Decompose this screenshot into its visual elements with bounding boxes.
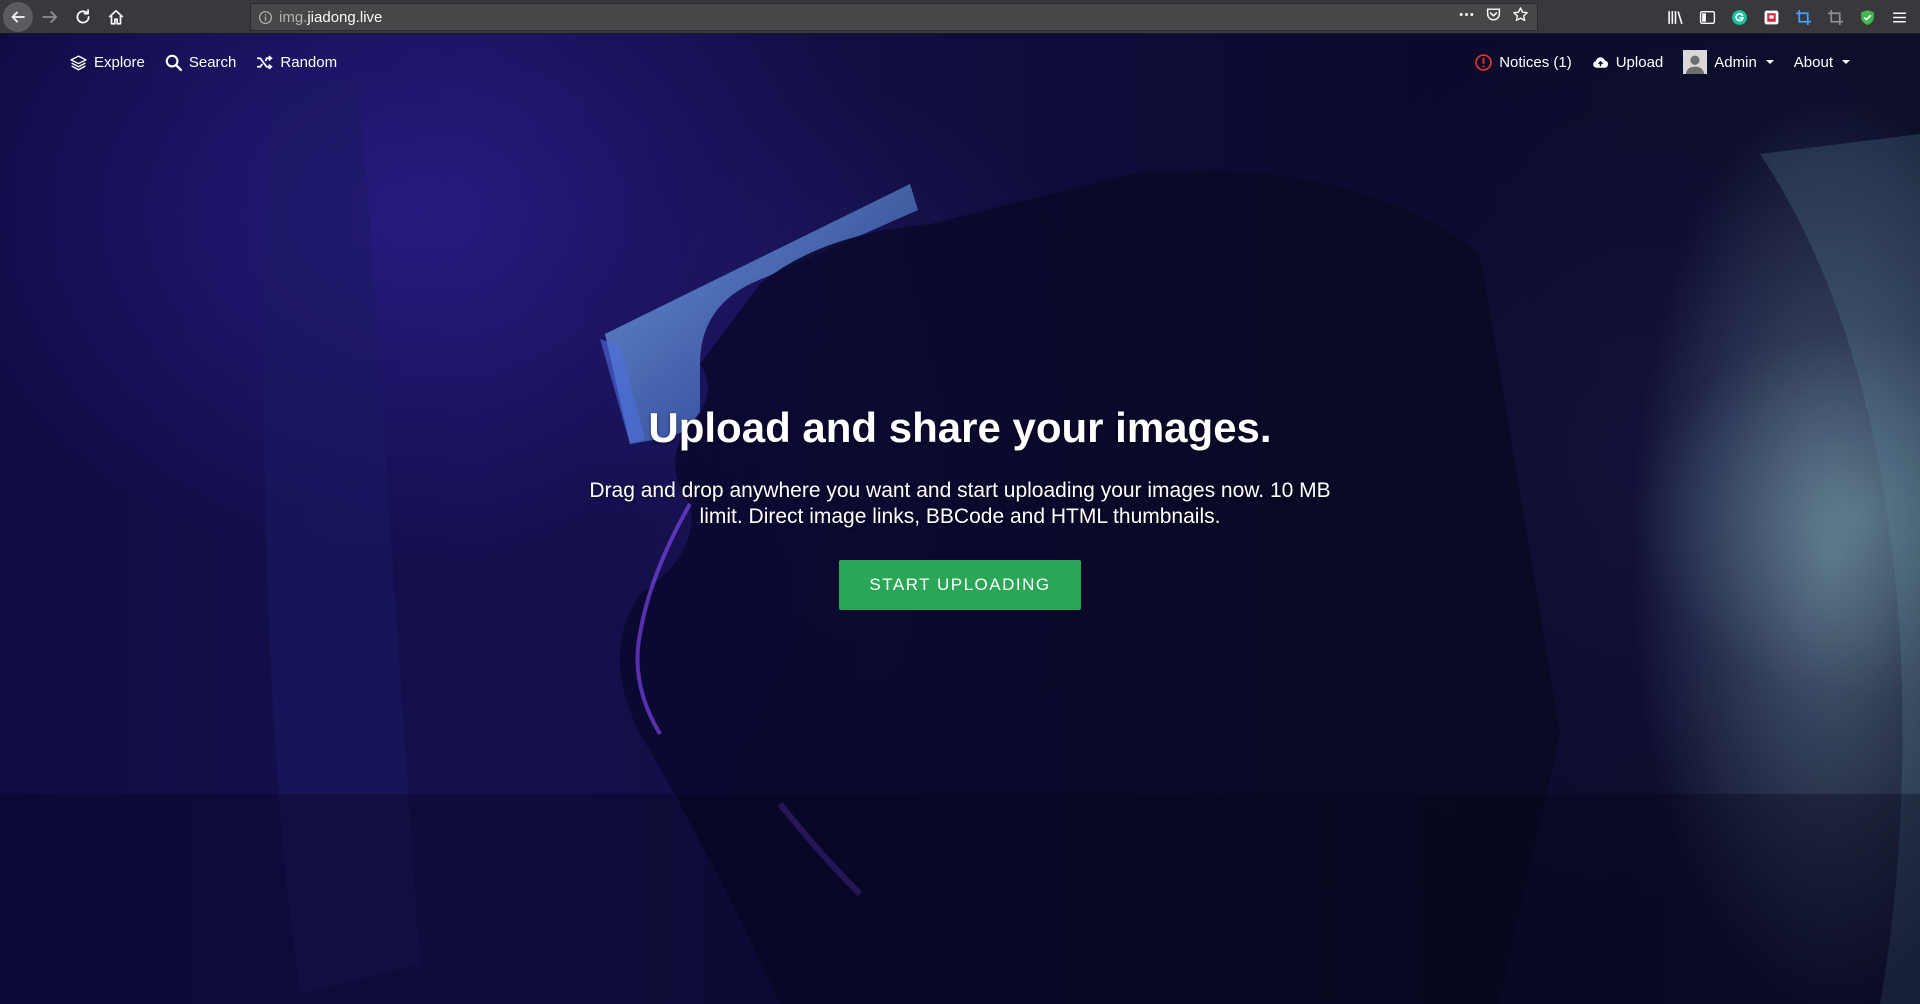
- forward-arrow-icon: [42, 10, 58, 23]
- nav-random-label: Random: [280, 53, 338, 71]
- back-button[interactable]: [3, 1, 33, 32]
- extension-button[interactable]: [1758, 4, 1784, 30]
- back-arrow-icon: [11, 11, 25, 22]
- shield-button[interactable]: [1854, 4, 1880, 30]
- site-navbar: Explore Search Random Notices (1) Upload…: [0, 34, 1920, 90]
- sidebar-button[interactable]: [1694, 4, 1720, 30]
- nav-explore-label: Explore: [94, 53, 145, 71]
- pocket-icon: [1486, 8, 1501, 21]
- screenshot-button[interactable]: [1790, 4, 1816, 30]
- reload-button[interactable]: [67, 1, 99, 33]
- url-text: img.jiadong.live: [279, 9, 382, 26]
- crop-icon: [1827, 9, 1843, 25]
- url-prefix: img.: [279, 8, 308, 26]
- library-icon: [1667, 10, 1683, 24]
- start-uploading-button[interactable]: START UPLOADING: [839, 560, 1081, 610]
- nav-upload-label: Upload: [1615, 53, 1664, 71]
- pocket-button[interactable]: [1485, 6, 1502, 28]
- nav-admin-menu[interactable]: Admin: [1683, 50, 1774, 74]
- hero-section: Upload and share your images. Drag and d…: [560, 404, 1360, 610]
- home-icon: [108, 9, 124, 25]
- search-icon: [165, 54, 182, 71]
- nav-notices-label: Notices (1): [1499, 53, 1572, 71]
- address-bar[interactable]: img.jiadong.live: [250, 3, 1538, 31]
- nav-random[interactable]: Random: [256, 51, 337, 73]
- hamburger-menu-icon: [1892, 11, 1906, 23]
- hero-title: Upload and share your images.: [648, 404, 1272, 451]
- alert-icon: [1475, 53, 1492, 71]
- grammarly-icon: [1731, 9, 1747, 25]
- cloud-upload-icon: [1592, 56, 1608, 68]
- browser-toolbar: img.jiadong.live: [0, 0, 1920, 34]
- sidebar-icon: [1699, 10, 1715, 24]
- page-background: Explore Search Random Notices (1) Upload…: [0, 34, 1920, 1004]
- nav-search[interactable]: Search: [165, 51, 237, 73]
- forward-button[interactable]: [34, 1, 66, 33]
- layers-icon: [70, 54, 87, 70]
- reload-icon: [76, 8, 90, 23]
- chevron-down-icon: [1842, 60, 1850, 64]
- avatar: [1683, 50, 1708, 74]
- crop-icon: [1795, 9, 1811, 25]
- info-icon: [258, 10, 272, 24]
- grammarly-button[interactable]: [1726, 4, 1752, 30]
- hero-description: Drag and drop anywhere you want and star…: [589, 479, 1331, 528]
- ellipsis-icon: [1459, 13, 1474, 16]
- user-icon: [1686, 55, 1705, 74]
- site-info-button[interactable]: [251, 10, 279, 25]
- nav-about-menu[interactable]: About: [1794, 51, 1850, 73]
- nav-upload[interactable]: Upload: [1592, 51, 1664, 73]
- shuffle-icon: [257, 55, 274, 69]
- star-icon: [1513, 7, 1528, 22]
- nav-explore[interactable]: Explore: [70, 51, 145, 73]
- url-host: jiadong.live: [307, 8, 383, 26]
- home-button[interactable]: [100, 1, 132, 33]
- chevron-down-icon: [1765, 60, 1774, 64]
- extension-icon: [1764, 10, 1778, 24]
- nav-about-label: About: [1793, 53, 1833, 71]
- shield-icon: [1860, 9, 1874, 25]
- page-actions-button[interactable]: [1458, 6, 1475, 28]
- bookmark-button[interactable]: [1512, 6, 1529, 28]
- nav-notices[interactable]: Notices (1): [1475, 51, 1572, 73]
- menu-button[interactable]: [1886, 4, 1912, 30]
- nav-search-label: Search: [188, 53, 237, 71]
- crop-tool-button[interactable]: [1822, 4, 1848, 30]
- library-button[interactable]: [1662, 4, 1688, 30]
- nav-admin-label: Admin: [1714, 53, 1757, 71]
